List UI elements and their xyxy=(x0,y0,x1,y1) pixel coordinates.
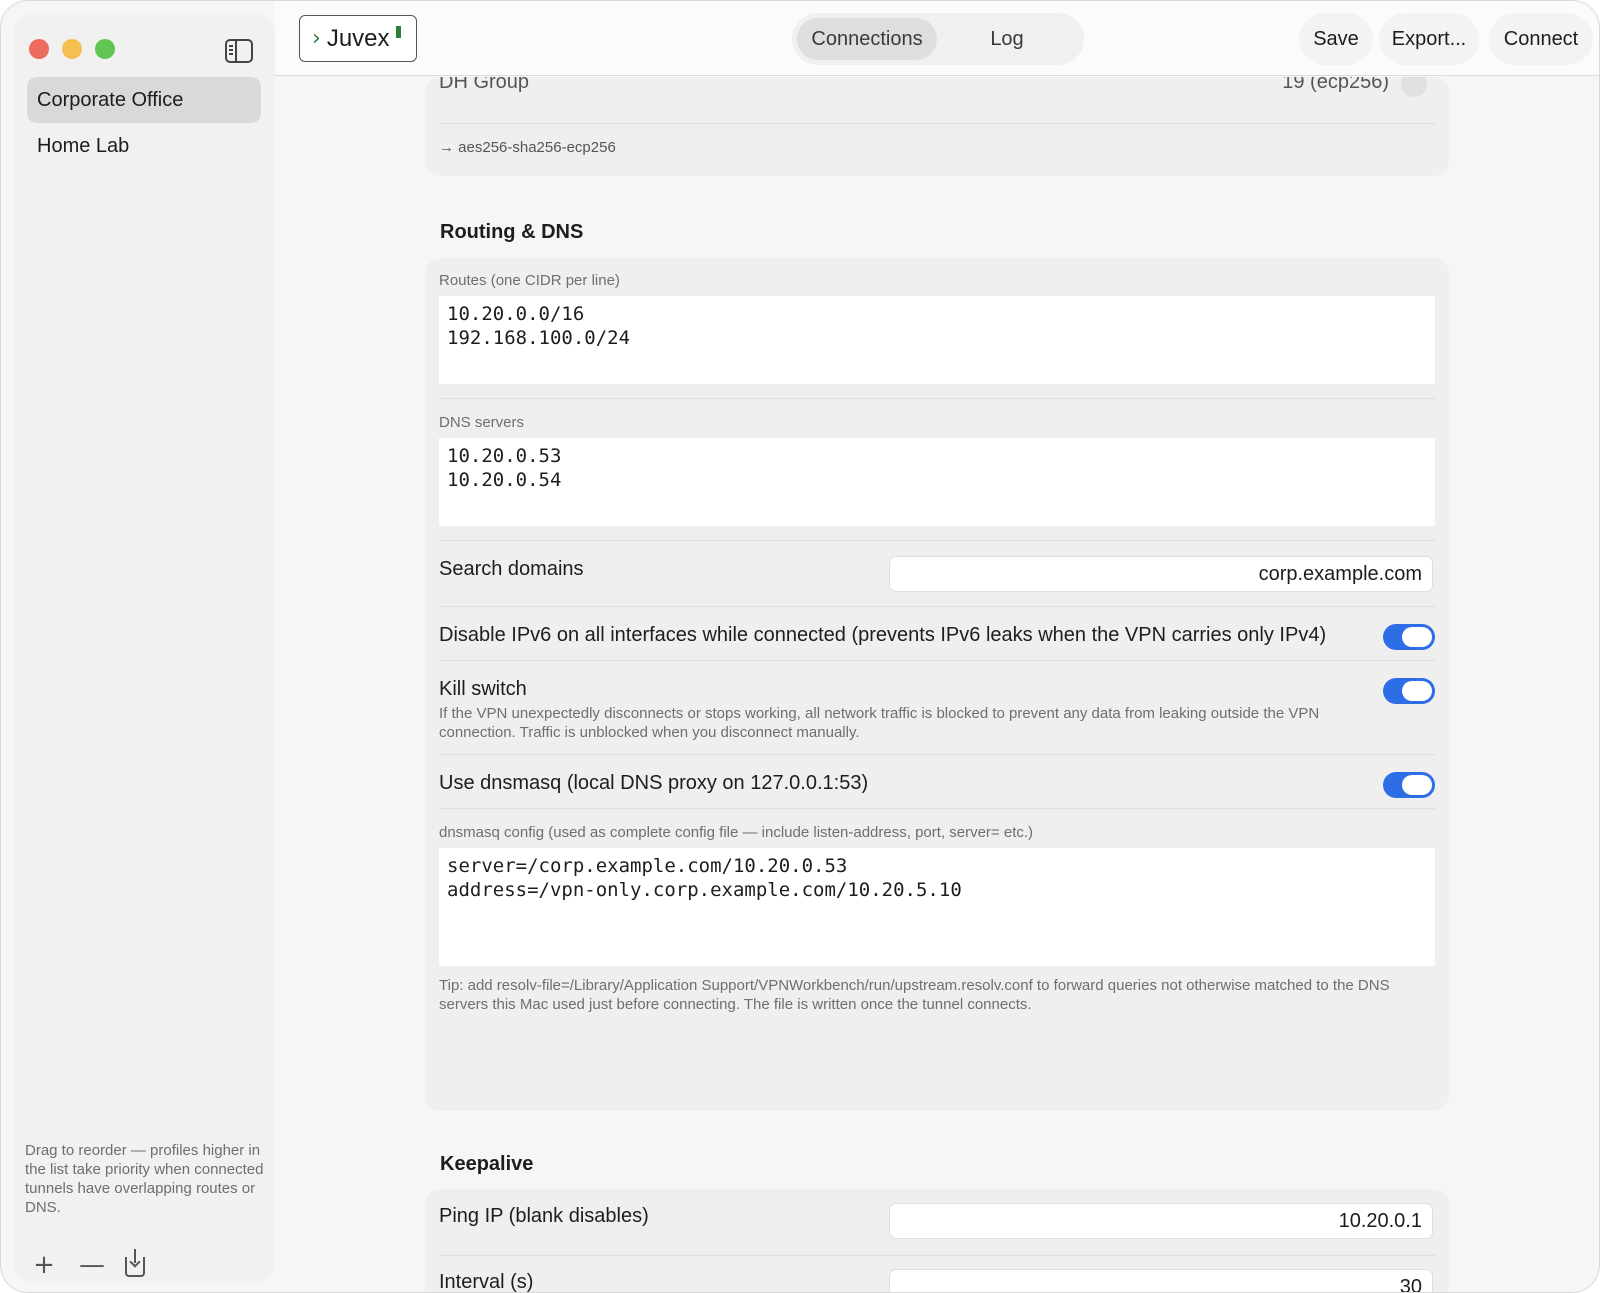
divider xyxy=(439,540,1435,541)
keepalive-card: Ping IP (blank disables) 10.20.0.1 Inter… xyxy=(425,1189,1449,1293)
close-button[interactable] xyxy=(29,39,49,59)
tab-log[interactable]: Log xyxy=(937,18,1077,60)
divider xyxy=(439,606,1435,607)
profile-item-home-lab[interactable]: Home Lab xyxy=(27,123,261,169)
sidebar-actions: + — xyxy=(33,1249,145,1278)
ping-ip-input[interactable]: 10.20.0.1 xyxy=(889,1203,1433,1239)
export-button[interactable]: Export... xyxy=(1379,13,1479,65)
dnsmasq-toggle[interactable] xyxy=(1383,772,1435,798)
profile-label: Home Lab xyxy=(37,134,130,157)
divider xyxy=(439,808,1435,809)
add-profile-icon[interactable]: + xyxy=(33,1252,55,1278)
routes-textarea[interactable]: 10.20.0.0/16 192.168.100.0/24 xyxy=(439,296,1435,384)
dnsmasq-config-textarea[interactable]: server=/corp.example.com/10.20.0.53 addr… xyxy=(439,848,1435,966)
app-window: Corporate Office Home Lab Drag to reorde… xyxy=(0,0,1600,1293)
sidebar-hint: Drag to reorder — profiles higher in the… xyxy=(25,1142,264,1216)
section-title-routing: Routing & DNS xyxy=(440,221,584,243)
tab-connections[interactable]: Connections xyxy=(797,18,937,60)
minimize-button[interactable] xyxy=(62,39,82,59)
crypto-card: DH Group 19 (ecp256) → aes256-sha256-ecp… xyxy=(425,77,1449,176)
save-button[interactable]: Save xyxy=(1299,13,1373,65)
divider xyxy=(439,123,1435,124)
dnsmasq-tip: Tip: add resolv-file=/Library/Applicatio… xyxy=(439,977,1390,1013)
kill-switch-toggle[interactable] xyxy=(1383,678,1435,704)
kill-switch-description: If the VPN unexpectedly disconnects or s… xyxy=(439,705,1320,741)
zoom-button[interactable] xyxy=(95,39,115,59)
search-domains-label: Search domains xyxy=(439,558,584,580)
kill-switch-label: Kill switch xyxy=(439,678,527,700)
interval-input[interactable]: 30 xyxy=(889,1269,1433,1292)
section-title-keepalive: Keepalive xyxy=(440,1153,534,1175)
divider xyxy=(439,754,1435,755)
connect-button[interactable]: Connect xyxy=(1489,13,1593,65)
sidebar-toggle-icon[interactable] xyxy=(225,39,253,63)
profile-label: Corporate Office xyxy=(37,88,184,111)
dh-group-value[interactable]: 19 (ecp256) xyxy=(1282,77,1389,94)
window-controls xyxy=(29,39,115,59)
profile-list: Corporate Office Home Lab xyxy=(27,77,261,169)
routes-label: Routes (one CIDR per line) xyxy=(439,272,620,289)
cursor-icon xyxy=(395,25,401,38)
toolbar: › Juvex Connections Log Save Export... C… xyxy=(275,1,1599,76)
profile-editor: DH Group 19 (ecp256) → aes256-sha256-ecp… xyxy=(275,77,1599,1292)
app-logo: › Juvex xyxy=(299,15,417,62)
routing-card: Routes (one CIDR per line) 10.20.0.0/16 … xyxy=(425,258,1449,1111)
sidebar: Corporate Office Home Lab Drag to reorde… xyxy=(13,13,275,1283)
profile-item-corporate-office[interactable]: Corporate Office xyxy=(27,77,261,123)
disable-ipv6-label: Disable IPv6 on all interfaces while con… xyxy=(439,624,1327,646)
prompt-chevron-icon: › xyxy=(312,26,321,51)
divider xyxy=(439,1255,1435,1256)
dnsmasq-config-label: dnsmasq config (used as complete config … xyxy=(439,824,1034,841)
logo-text: Juvex xyxy=(326,24,390,52)
dh-group-label: DH Group xyxy=(439,77,530,93)
dns-servers-label: DNS servers xyxy=(439,414,525,431)
chevron-down-icon[interactable] xyxy=(1401,77,1427,97)
dns-servers-textarea[interactable]: 10.20.0.53 10.20.0.54 xyxy=(439,438,1435,526)
view-switcher: Connections Log xyxy=(792,13,1084,65)
ping-ip-label: Ping IP (blank disables) xyxy=(439,1205,649,1227)
proposal-summary: → aes256-sha256-ecp256 xyxy=(439,139,616,156)
remove-profile-icon[interactable]: — xyxy=(79,1252,105,1278)
dnsmasq-label: Use dnsmasq (local DNS proxy on 127.0.0.… xyxy=(439,772,869,794)
divider xyxy=(439,660,1435,661)
disable-ipv6-toggle[interactable] xyxy=(1383,624,1435,650)
import-icon[interactable] xyxy=(125,1249,145,1277)
divider xyxy=(439,398,1435,399)
search-domains-input[interactable]: corp.example.com xyxy=(889,556,1433,592)
interval-label: Interval (s) xyxy=(439,1271,534,1293)
